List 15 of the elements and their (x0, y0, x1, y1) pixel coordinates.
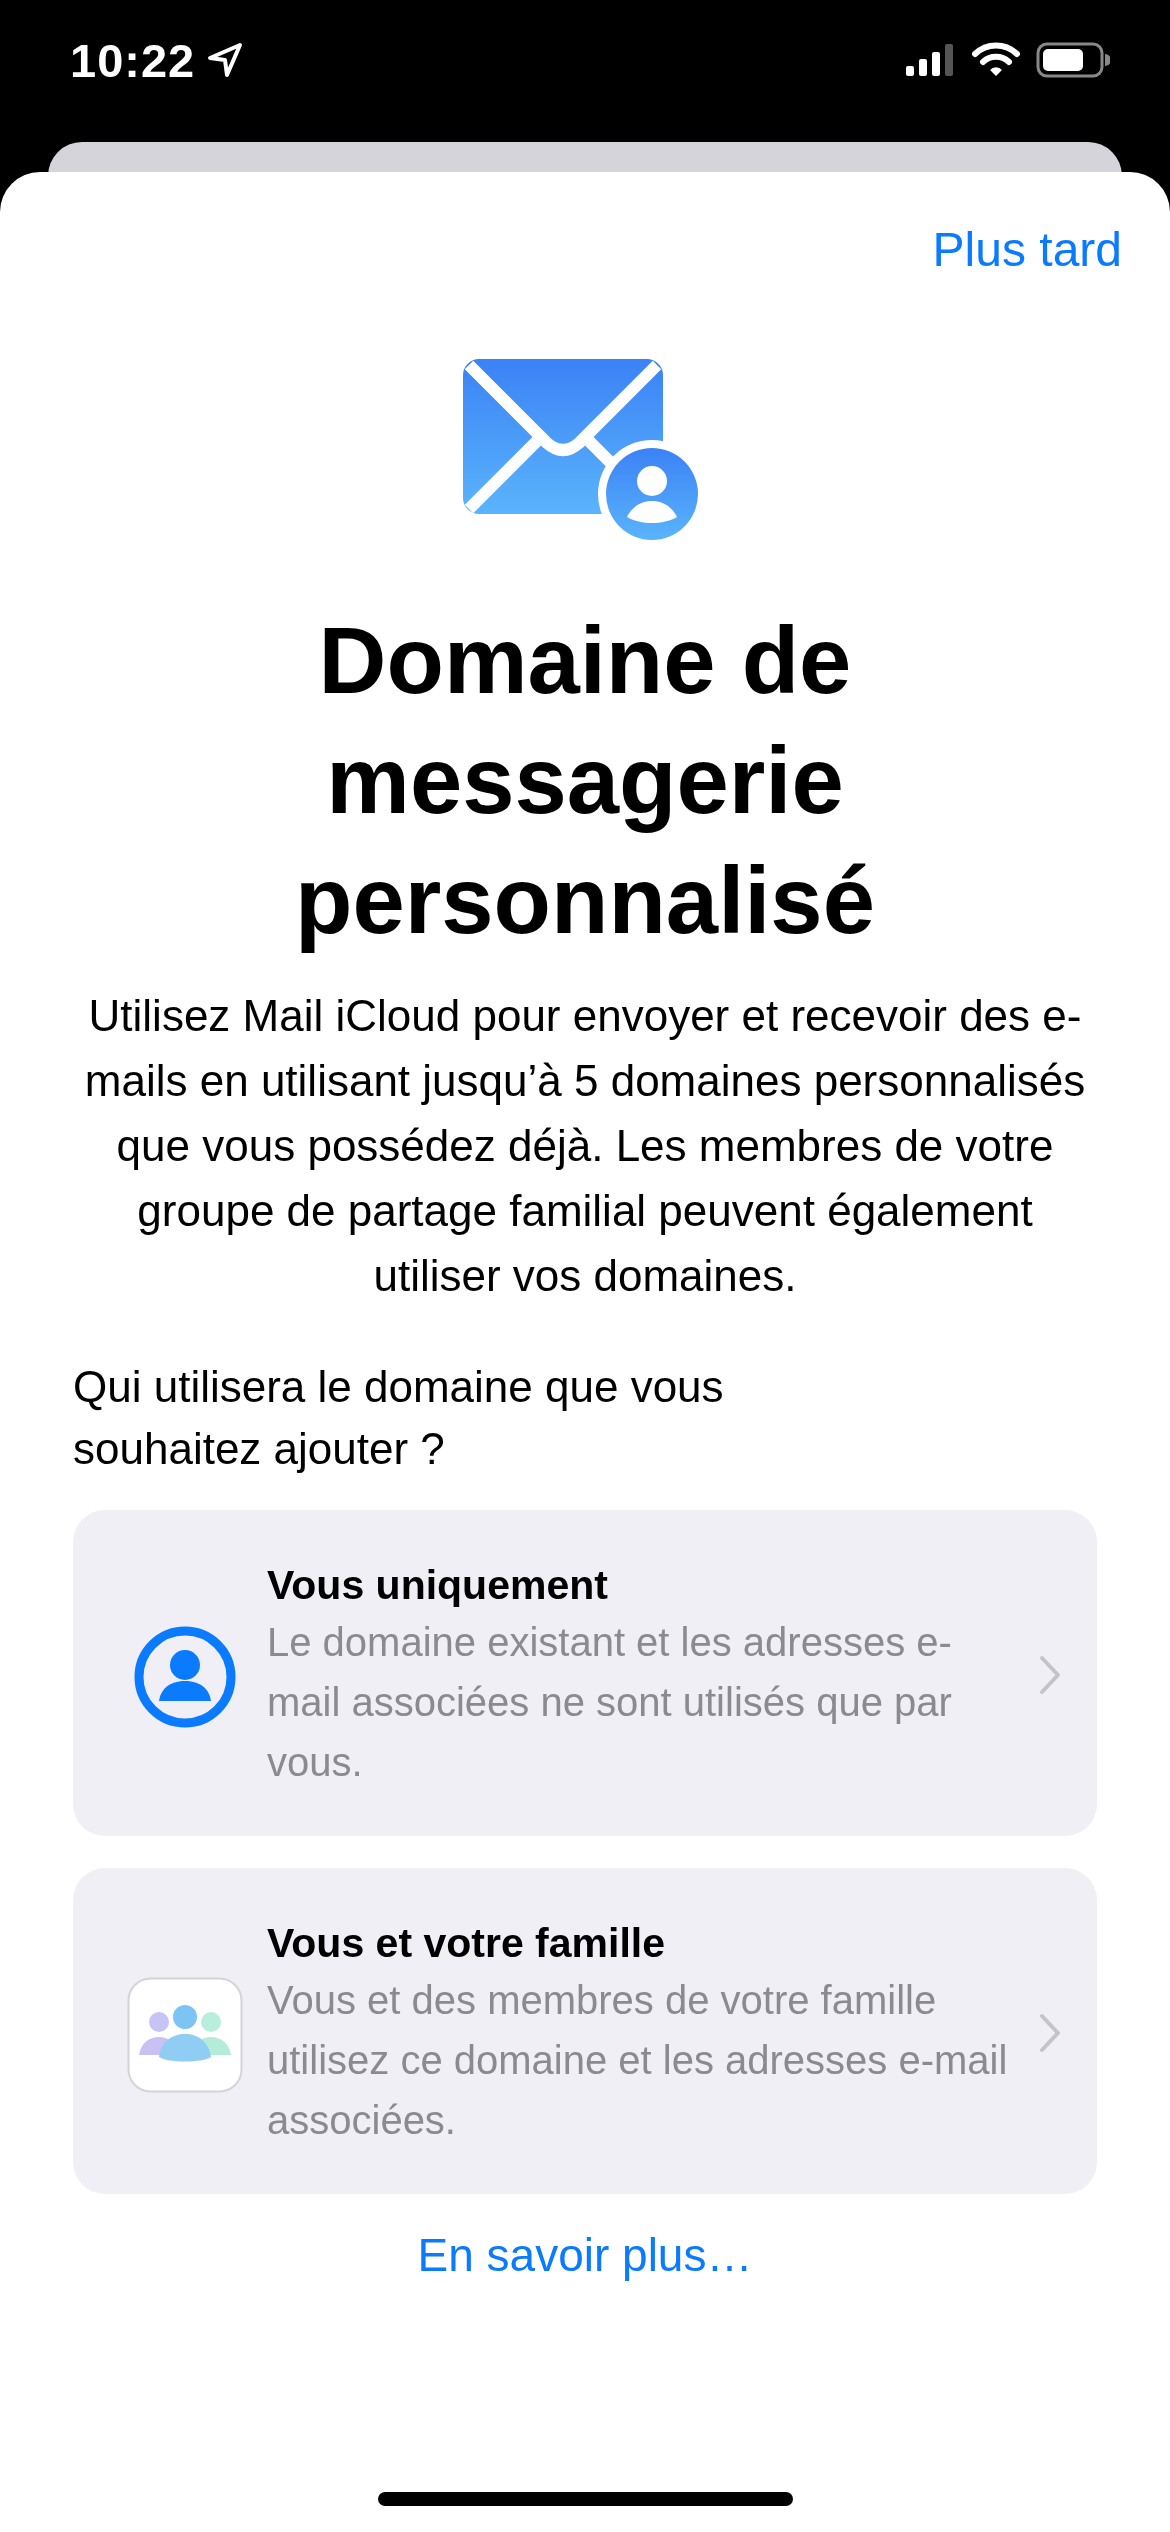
person-circle-icon (133, 1625, 237, 1729)
battery-icon (1036, 42, 1110, 78)
title: Domaine de messagerie personnalisé (294, 607, 876, 955)
chevron-right-icon (1039, 1655, 1061, 1695)
description-text: Utilisez Mail iCloud pour envoyer et recevoir des e-mails en utilisant jusqu’à 5 domaines personnalisés que vous possédez déjà. Les membres de votre groupe de partage familial peuvent également utiliser vos domaines. (83, 990, 1087, 1302)
later-button[interactable]: Plus tard (932, 222, 1122, 277)
cellular-signal-icon (906, 44, 956, 76)
question-text: Qui utilisera le domaine que vous souhaitez ajouter ? (73, 1361, 725, 1475)
chevron-right-icon (1039, 2013, 1061, 2053)
learn-more-link[interactable]: En savoir plus… (417, 2228, 753, 2282)
wifi-icon (972, 42, 1020, 78)
family-group-icon (127, 1977, 243, 2093)
option-card[interactable]: Vous et votre famille Vous et des membres de votre famille utilisez ce domaine et les adresses e-mail associées. (73, 1868, 1097, 2194)
option-card[interactable]: Vous uniquement Le domaine existant et les adresses e-mail associées ne sont utilisés que par vous. (73, 1510, 1097, 1836)
status-time: 10:22 (70, 32, 196, 88)
